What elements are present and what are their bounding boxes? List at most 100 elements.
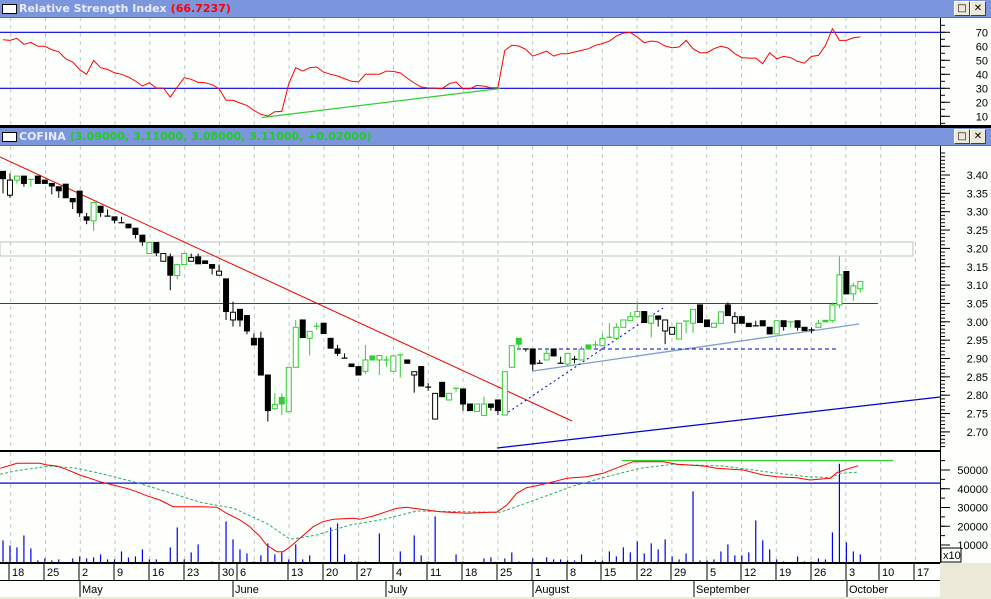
candle [404, 359, 411, 364]
date-label: 26 [814, 567, 826, 579]
price-axis-label: 3.20 [967, 243, 988, 255]
candle-body [376, 355, 383, 361]
candle-body [278, 396, 285, 405]
candle-body [160, 253, 167, 262]
candle-body [564, 352, 571, 365]
candle-body [857, 280, 864, 290]
candle-body [327, 337, 334, 349]
candle-body [209, 264, 216, 269]
restore-button[interactable]: □ [954, 1, 970, 16]
candle-body [690, 308, 697, 324]
candle-body [299, 319, 306, 339]
candle [439, 381, 446, 398]
date-label: 9 [117, 567, 123, 579]
price-axis-label: 3.30 [967, 207, 988, 219]
candle-body [181, 253, 188, 266]
stock-chart-window: 70 60 50 40 30 20 10 3.40 3.35 3.30 3.25 3.20 3.15 3… [0, 0, 991, 599]
rsi-axis-label: 20 [976, 97, 988, 109]
candle-body [250, 337, 257, 346]
price-title-bar[interactable]: COFINA (3.09000, 3.11000, 3.08000, 3.1100… [0, 128, 991, 146]
close-button[interactable]: ✕ [970, 129, 986, 144]
candle [473, 403, 480, 412]
price-axis-label: 2.70 [967, 427, 988, 439]
candle-body [766, 326, 773, 335]
candle [292, 319, 299, 368]
candle-body [292, 326, 299, 368]
candle [717, 311, 724, 324]
date-label: 25 [500, 567, 512, 579]
candle-body [745, 322, 752, 328]
candle [299, 319, 306, 339]
date-label: 10 [882, 567, 894, 579]
price-axis-label: 3.40 [967, 170, 988, 182]
date-label: 16 [152, 567, 164, 579]
candle [160, 253, 167, 262]
rsi-axis-label: 60 [976, 41, 988, 53]
candle-body [850, 285, 857, 295]
candle-body [125, 223, 132, 229]
candle-body [139, 234, 146, 243]
candle-body [230, 311, 237, 321]
candle-body [585, 344, 592, 350]
candle [745, 322, 752, 328]
date-label: 6 [240, 567, 246, 579]
candle [181, 253, 188, 266]
candle-body [306, 330, 313, 339]
candle-body [529, 348, 536, 365]
candle-body [822, 319, 829, 323]
rsi-axis-label: 50 [976, 55, 988, 67]
date-label: 30 [222, 567, 234, 579]
panel-icon [2, 132, 17, 142]
candle-body [759, 320, 766, 327]
date-label: 3 [849, 567, 855, 579]
candle-body [90, 202, 97, 222]
candle [355, 366, 362, 376]
candle-body [111, 216, 118, 221]
candle [466, 403, 473, 412]
price-axis-label: 3.00 [967, 317, 988, 329]
volume-axis-label: 50000 [957, 465, 988, 477]
candle-body [508, 345, 515, 368]
candle [703, 319, 710, 328]
candle-body [731, 316, 738, 324]
candle [125, 223, 132, 229]
candle-body [738, 316, 745, 324]
candle-body [487, 403, 494, 408]
candle [146, 241, 153, 255]
candle-body [697, 304, 703, 324]
candle-body [655, 315, 662, 320]
candle [801, 326, 808, 332]
rsi-title-bar[interactable]: Relative Strength Index (66.7237) □ ✕ [0, 0, 991, 18]
candle-body [717, 311, 724, 324]
candle [34, 175, 41, 184]
ohlc-values: (3.09000, 3.11000, 3.08000, 3.11000, +0.… [69, 130, 372, 143]
candle-body [543, 352, 550, 361]
candle [508, 345, 515, 368]
month-label: May [82, 584, 103, 596]
candle-body [202, 260, 209, 264]
candle-body [41, 179, 48, 184]
date-label: 29 [674, 567, 686, 579]
candle [620, 319, 627, 328]
close-button[interactable]: ✕ [970, 1, 986, 16]
date-label: 18 [465, 567, 477, 579]
date-axis-line [0, 562, 940, 564]
price-axis-label: 3.05 [967, 298, 988, 310]
candle [697, 304, 703, 324]
date-label: 11 [430, 567, 441, 579]
candle [369, 355, 376, 361]
volume-axis-label: 30000 [957, 503, 988, 515]
rsi-current-value: (66.7237) [170, 2, 231, 15]
candle-body [285, 366, 292, 413]
date-label: 13 [291, 567, 303, 579]
date-label: 23 [187, 567, 199, 579]
candle-body [369, 355, 376, 361]
rsi-axis-label: 40 [976, 69, 988, 81]
candle-body [271, 403, 278, 410]
restore-button[interactable]: □ [954, 129, 970, 144]
panel-separator[interactable] [0, 450, 940, 452]
candle-body [146, 242, 153, 255]
candle [759, 320, 766, 327]
rsi-axis-label: 70 [976, 27, 988, 39]
chart-canvas: 70 60 50 40 30 20 10 3.40 3.35 3.30 3.25 3.20 3.15 3… [0, 0, 991, 599]
